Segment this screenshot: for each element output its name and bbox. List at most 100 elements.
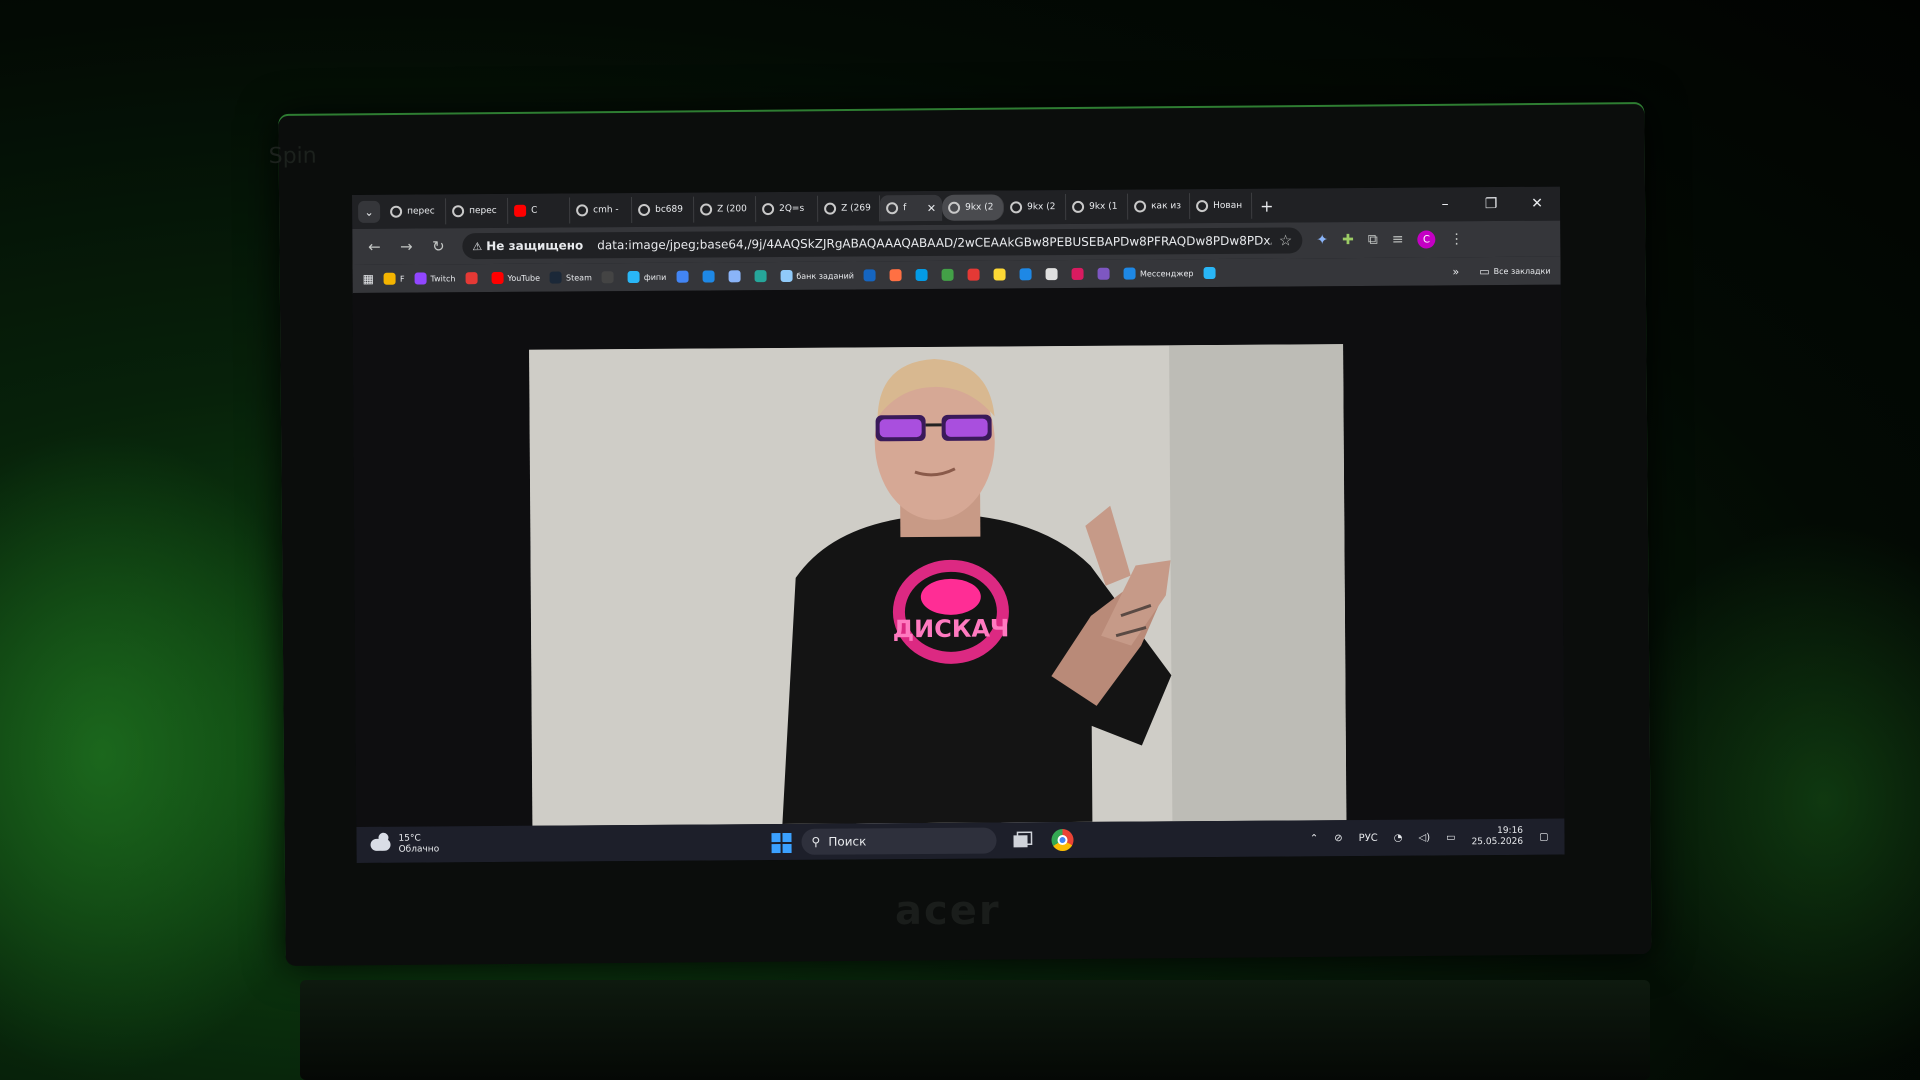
bookmark-favicon-icon	[728, 270, 741, 283]
apps-grid-icon[interactable]: ▦	[363, 272, 374, 286]
browser-tab[interactable]: Z (269	[818, 195, 881, 222]
tab-title: 9kx (1	[1089, 201, 1118, 212]
tab-title: bc689	[655, 204, 683, 215]
restore-icon[interactable]: ❐	[1468, 196, 1514, 212]
tab-title: 9kx (2	[965, 202, 994, 213]
browser-tab[interactable]: как из	[1128, 193, 1191, 220]
tab-search-button[interactable]: ⌄	[358, 200, 381, 223]
bookmark-favicon-icon	[491, 271, 504, 285]
language-indicator[interactable]: РУС	[1359, 832, 1378, 843]
bookmark-item[interactable]	[967, 268, 984, 281]
taskbar-search[interactable]: ⚲ Поиск	[801, 827, 997, 855]
search-icon: ⚲	[811, 834, 821, 849]
bookmark-favicon-icon	[1123, 267, 1137, 280]
profile-avatar[interactable]: C	[1417, 230, 1436, 249]
tab-title: как из	[1151, 201, 1182, 212]
volume-icon[interactable]: ◁)	[1418, 832, 1430, 843]
bookmark-item[interactable]	[601, 271, 618, 284]
browser-tab[interactable]: С	[508, 197, 571, 224]
bookmark-favicon-icon	[941, 268, 955, 281]
tab-favicon-icon	[886, 202, 899, 215]
bookmark-favicon-icon	[1045, 268, 1059, 281]
extension-icon[interactable]: ✚	[1342, 232, 1354, 248]
bookmark-item[interactable]	[889, 269, 906, 282]
browser-tab[interactable]: Z (200	[694, 196, 757, 223]
bookmark-item[interactable]	[1203, 266, 1219, 280]
browser-tab[interactable]: 9kx (1	[1066, 193, 1129, 221]
task-view-icon[interactable]	[1012, 831, 1033, 849]
tab-favicon-icon	[700, 203, 713, 216]
weather-widget[interactable]: 15°C Облачно	[370, 833, 439, 855]
browser-tab[interactable]: Нован	[1190, 192, 1253, 220]
browser-tab[interactable]: 9kx (2	[1004, 194, 1067, 221]
location-off-icon[interactable]: ⊘	[1334, 833, 1342, 844]
bookmark-item[interactable]	[1045, 268, 1062, 281]
window-controls: – ❐ ✕	[1422, 196, 1560, 213]
wifi-icon[interactable]: ◔	[1394, 832, 1403, 843]
tab-title: перес	[469, 205, 497, 217]
new-tab-button[interactable]: +	[1260, 196, 1274, 215]
bookmark-item[interactable]	[993, 268, 1010, 281]
photo-illustration: ДИСКАЧ	[529, 344, 1347, 826]
tray-overflow-icon[interactable]: ⌃	[1310, 833, 1318, 844]
address-bar[interactable]: ⚠ Не защищено data:image/jpeg;base64,/9j…	[462, 227, 1303, 260]
bookmark-favicon-icon	[915, 268, 929, 282]
reload-icon[interactable]: ↻	[422, 237, 454, 255]
bookmark-star-icon[interactable]: ☆	[1279, 231, 1293, 249]
chrome-taskbar-icon[interactable]	[1051, 828, 1074, 852]
tab-title: cmh -	[593, 205, 619, 216]
bookmark-item[interactable]	[702, 270, 718, 283]
extensions-puzzle-icon[interactable]: ⧉	[1368, 232, 1378, 248]
cloud-icon	[370, 838, 391, 851]
notifications-icon[interactable]: ▢	[1539, 831, 1549, 842]
reading-list-icon[interactable]: ≡	[1392, 232, 1404, 248]
bookmark-item[interactable]	[915, 268, 932, 282]
browser-tab[interactable]: cmh -	[570, 197, 633, 224]
browser-tab[interactable]: перес	[446, 197, 509, 225]
bookmark-item[interactable]: F	[383, 272, 405, 285]
browser-tab[interactable]: bc689	[632, 196, 695, 224]
bookmark-favicon-icon	[780, 269, 793, 283]
bookmark-item[interactable]: Steam	[549, 271, 592, 284]
bookmark-item[interactable]	[728, 270, 744, 283]
browser-tab[interactable]: 2Q=s	[756, 195, 819, 223]
warning-icon: ⚠	[472, 239, 483, 253]
bookmark-item[interactable]	[465, 272, 481, 285]
tab-favicon-icon	[762, 203, 775, 216]
bookmark-item[interactable]: YouTube	[491, 271, 540, 285]
bookmark-item[interactable]: Twitch	[414, 272, 456, 285]
more-bookmarks-icon[interactable]: »	[1452, 265, 1459, 278]
bookmark-item[interactable]	[754, 270, 770, 283]
bookmark-item[interactable]	[1071, 267, 1088, 280]
all-bookmarks-button[interactable]: Все закладки	[1494, 266, 1551, 275]
browser-tab[interactable]: перес	[384, 198, 447, 225]
bookmark-favicon-icon	[863, 269, 877, 282]
bookmark-favicon-icon	[967, 268, 981, 281]
bookmark-item[interactable]: фипи	[627, 270, 667, 284]
browser-tab[interactable]: 9kx (2	[942, 194, 1005, 221]
start-button[interactable]	[771, 832, 792, 854]
kebab-menu-icon[interactable]: ⋮	[1449, 231, 1463, 247]
url-text[interactable]: data:image/jpeg;base64,/9j/4AAQSkZJRgABA…	[597, 234, 1271, 253]
back-icon[interactable]: ←	[358, 238, 390, 256]
minimize-icon[interactable]: –	[1422, 196, 1468, 212]
bookmark-item[interactable]	[676, 270, 692, 283]
close-icon[interactable]: ✕	[1514, 196, 1560, 212]
bookmark-item[interactable]	[1019, 268, 1036, 281]
bookmark-item[interactable]	[941, 268, 958, 281]
bookmark-item[interactable]: банк заданий	[780, 269, 854, 283]
bookmark-item[interactable]	[863, 269, 880, 282]
extension-icon[interactable]: ✦	[1316, 232, 1328, 248]
tab-title: 2Q=s	[779, 203, 805, 215]
tab-close-icon[interactable]: ✕	[927, 201, 936, 214]
browser-tab[interactable]: f ✕	[880, 194, 943, 222]
bookmark-favicon-icon	[1071, 267, 1085, 280]
security-chip[interactable]: Не защищено	[486, 238, 583, 253]
bookmark-favicon-icon	[601, 271, 614, 284]
battery-icon[interactable]: ▭	[1446, 832, 1456, 843]
forward-icon[interactable]: →	[390, 238, 422, 256]
bookmark-item[interactable]: Мессенджер	[1123, 267, 1194, 280]
bookmark-item[interactable]	[1097, 267, 1114, 280]
bookmark-favicon-icon	[889, 269, 903, 282]
clock[interactable]: 19:16 25.05.2026	[1471, 826, 1524, 848]
